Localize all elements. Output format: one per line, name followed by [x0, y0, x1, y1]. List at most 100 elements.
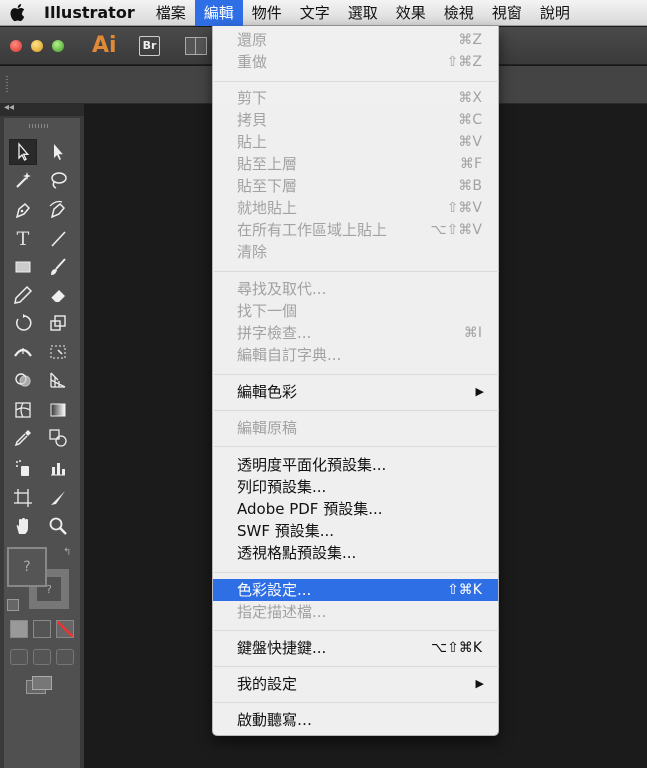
hand-tool[interactable] — [9, 513, 37, 539]
menu-item-undo[interactable]: 還原 ⌘Z — [213, 29, 498, 51]
swap-fill-stroke-icon[interactable]: ↰ — [63, 547, 71, 558]
menu-separator — [214, 410, 499, 411]
symbol-sprayer-tool[interactable] — [9, 455, 37, 481]
menu-item-print-presets[interactable]: 列印預設集... — [213, 476, 498, 498]
menu-item-edit-original[interactable]: 編輯原稿 — [213, 417, 498, 439]
blend-tool[interactable] — [44, 425, 72, 451]
zoom-tool[interactable] — [44, 513, 72, 539]
minimize-window-button[interactable] — [31, 40, 43, 52]
menu-separator — [214, 446, 499, 447]
zoom-window-button[interactable] — [52, 40, 64, 52]
menu-item-preferences[interactable]: 我的設定 ▶ — [213, 673, 498, 695]
free-transform-tool[interactable] — [44, 339, 72, 365]
menu-item-swf-presets[interactable]: SWF 預設集... — [213, 520, 498, 542]
menu-item-redo[interactable]: 重做 ⇧⌘Z — [213, 51, 498, 73]
gradient-mode-button[interactable] — [33, 620, 51, 638]
color-mode-button[interactable] — [10, 620, 28, 638]
eraser-tool[interactable] — [44, 282, 72, 308]
change-screen-mode-button[interactable] — [26, 676, 52, 696]
bridge-button[interactable]: Br — [139, 36, 160, 56]
paste-in-front-label: 貼至上層 — [237, 155, 298, 173]
apple-menu[interactable] — [0, 0, 34, 26]
width-tool[interactable] — [9, 339, 37, 365]
slice-tool[interactable] — [44, 485, 72, 511]
curvature-tool[interactable] — [44, 197, 72, 223]
rotate-tool[interactable] — [9, 310, 37, 336]
scale-tool[interactable] — [44, 310, 72, 336]
menu-item-copy[interactable]: 拷貝 ⌘C — [213, 109, 498, 131]
fill-swatch[interactable]: ? — [7, 547, 47, 587]
menu-separator — [214, 572, 499, 573]
none-mode-button[interactable] — [56, 620, 74, 638]
menu-item-transparency-flattener-presets[interactable]: 透明度平面化預設集... — [213, 454, 498, 476]
menu-item-find-replace[interactable]: 尋找及取代... — [213, 278, 498, 300]
menu-help[interactable]: 說明 — [531, 0, 579, 26]
direct-selection-tool[interactable] — [44, 139, 72, 165]
menu-item-check-spelling[interactable]: 拼字檢查... ⌘I — [213, 322, 498, 344]
menu-item-perspective-grid-presets[interactable]: 透視格點預設集... — [213, 542, 498, 564]
rectangle-tool[interactable] — [9, 254, 37, 280]
eyedropper-tool[interactable] — [9, 425, 37, 451]
menu-item-start-dictation[interactable]: 啟動聽寫… — [213, 709, 498, 731]
menu-item-paste-in-place[interactable]: 就地貼上 ⇧⌘V — [213, 197, 498, 219]
paste-on-all-artboards-label: 在所有工作區域上貼上 — [237, 221, 388, 239]
mesh-tool[interactable] — [9, 397, 37, 423]
redo-label: 重做 — [237, 53, 268, 71]
default-fill-stroke-icon[interactable] — [7, 599, 19, 611]
menu-item-edit-custom-dictionary[interactable]: 編輯自訂字典... — [213, 344, 498, 366]
menu-view[interactable]: 檢視 — [435, 0, 483, 26]
menu-file[interactable]: 檔案 — [147, 0, 195, 26]
column-graph-tool[interactable] — [44, 455, 72, 481]
menu-item-keyboard-shortcuts[interactable]: 鍵盤快捷鍵... ⌥⇧⌘K — [213, 637, 498, 659]
magic-wand-icon — [16, 172, 31, 188]
menu-item-clear[interactable]: 清除 — [213, 241, 498, 263]
color-settings-shortcut: ⇧⌘K — [447, 582, 482, 598]
draw-normal-button[interactable] — [10, 649, 28, 665]
menu-item-adobe-pdf-presets[interactable]: Adobe PDF 預設集... — [213, 498, 498, 520]
artboard-tool[interactable] — [9, 485, 37, 511]
menu-effect[interactable]: 效果 — [387, 0, 435, 26]
fill-unknown-label: ? — [23, 559, 31, 575]
line-segment-tool[interactable] — [44, 226, 72, 252]
menu-item-color-settings[interactable]: 色彩設定... ⇧⌘K — [213, 579, 498, 601]
shape-builder-tool[interactable] — [9, 367, 37, 393]
arrange-documents-icon[interactable] — [185, 37, 207, 55]
perspective-grid-tool[interactable] — [44, 367, 72, 393]
menu-item-paste[interactable]: 貼上 ⌘V — [213, 131, 498, 153]
pencil-tool[interactable] — [9, 282, 37, 308]
draw-behind-button[interactable] — [33, 649, 51, 665]
menu-item-find-next[interactable]: 找下一個 — [213, 300, 498, 322]
paste-in-back-label: 貼至下層 — [237, 177, 298, 195]
draw-inside-button[interactable] — [56, 649, 74, 665]
menu-item-paste-in-back[interactable]: 貼至下層 ⌘B — [213, 175, 498, 197]
adobe-pdf-presets-label: Adobe PDF 預設集... — [237, 500, 383, 518]
assign-profile-label: 指定描述檔... — [237, 603, 327, 621]
close-window-button[interactable] — [10, 40, 22, 52]
menu-item-assign-profile[interactable]: 指定描述檔... — [213, 601, 498, 623]
magic-wand-tool[interactable] — [9, 167, 37, 193]
paintbrush-tool[interactable] — [44, 254, 72, 280]
menu-select[interactable]: 選取 — [339, 0, 387, 26]
menu-item-paste-on-all-artboards[interactable]: 在所有工作區域上貼上 ⌥⇧⌘V — [213, 219, 498, 241]
app-menu-illustrator[interactable]: Illustrator — [34, 3, 147, 22]
menu-window[interactable]: 視窗 — [483, 0, 531, 26]
tools-panel-grip[interactable] — [29, 124, 49, 128]
eraser-icon — [50, 290, 65, 304]
selection-tool[interactable] — [9, 139, 37, 165]
cut-shortcut: ⌘X — [458, 90, 482, 106]
mesh-icon — [15, 402, 31, 418]
gradient-tool[interactable] — [44, 397, 72, 423]
menu-object[interactable]: 物件 — [243, 0, 291, 26]
menu-type[interactable]: 文字 — [291, 0, 339, 26]
edit-custom-dictionary-label: 編輯自訂字典... — [237, 346, 342, 364]
menu-item-paste-in-front[interactable]: 貼至上層 ⌘F — [213, 153, 498, 175]
lasso-tool[interactable] — [44, 167, 72, 193]
menu-item-cut[interactable]: 剪下 ⌘X — [213, 87, 498, 109]
type-tool[interactable]: T — [9, 226, 37, 252]
menu-item-edit-colors[interactable]: 編輯色彩 ▶ — [213, 381, 498, 403]
edit-original-label: 編輯原稿 — [237, 419, 298, 437]
pen-tool[interactable] — [9, 197, 37, 223]
control-panel-grip[interactable] — [6, 76, 8, 94]
tools-panel-collapse-bar[interactable]: ◂◂ — [0, 102, 84, 116]
menu-edit[interactable]: 編輯 — [194, 0, 243, 26]
